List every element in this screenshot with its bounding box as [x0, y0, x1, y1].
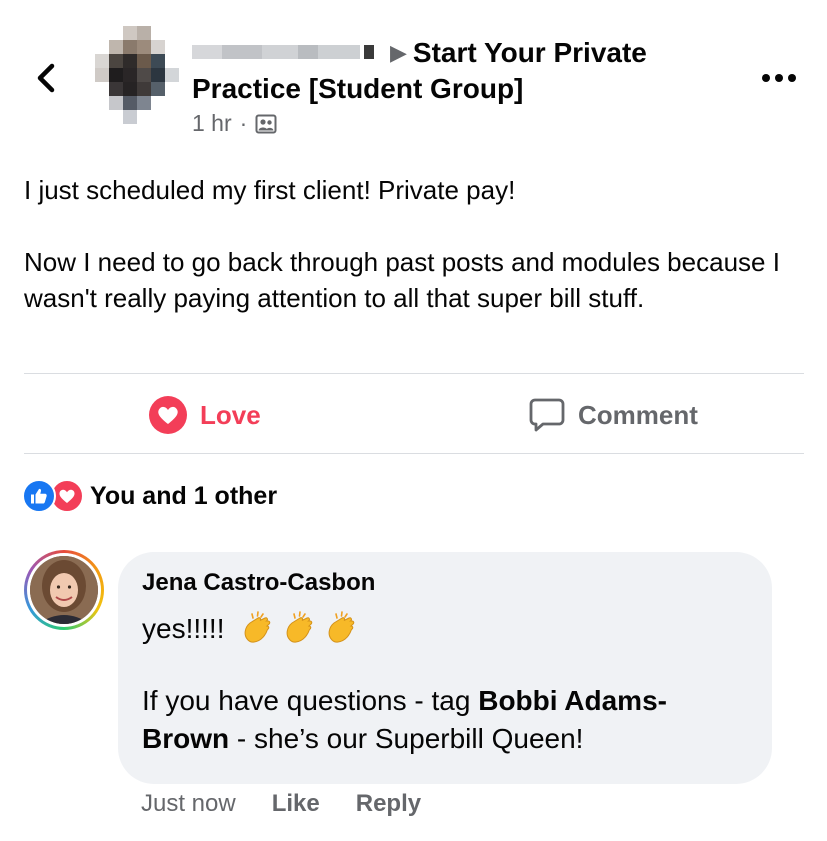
- redacted-author-name: [192, 41, 380, 63]
- comment-label: Comment: [578, 399, 698, 430]
- comment-button[interactable]: Comment: [528, 392, 698, 438]
- reaction-summary[interactable]: You and 1 other: [22, 478, 277, 514]
- commenter-name[interactable]: Jena Castro-Casbon: [142, 568, 748, 598]
- comment-line: yes!!!!!: [142, 610, 748, 648]
- comment-like-button[interactable]: Like: [272, 790, 320, 818]
- clapping-hands-emoji-icon: [329, 611, 355, 643]
- reaction-summary-text: You and 1 other: [90, 481, 278, 510]
- divider: [24, 453, 804, 454]
- post-text: I just scheduled my first client! Privat…: [24, 172, 804, 316]
- comment-bubble-icon: [529, 398, 565, 432]
- clapping-hands-emoji-icon: [245, 611, 271, 643]
- more-options-button[interactable]: [760, 68, 800, 88]
- group-name-link-line2[interactable]: Practice [Student Group]: [192, 72, 712, 106]
- commenter-avatar[interactable]: [24, 550, 104, 630]
- comment-reply-button[interactable]: Reply: [356, 790, 421, 818]
- divider: [24, 373, 804, 374]
- like-reaction-icon: [22, 479, 56, 513]
- comment-text: - she’s our Superbill Queen!: [229, 723, 584, 754]
- group-name-link[interactable]: Start Your Private: [413, 37, 647, 68]
- love-label: Love: [200, 399, 261, 430]
- comment-text: If you have questions - tag: [142, 685, 479, 716]
- heart-reaction-icon: [149, 396, 187, 434]
- comment-text: yes!!!!!: [142, 613, 225, 644]
- comment-meta: Just now Like Reply: [141, 790, 421, 818]
- post-title: ▶ Start Your Private Practice [Student Gr…: [192, 36, 712, 137]
- comment-time: Just now: [141, 790, 236, 817]
- post-time[interactable]: 1 hr: [192, 110, 232, 137]
- meta-separator: ·: [239, 110, 248, 136]
- triangle-right-icon: ▶: [390, 40, 407, 65]
- comment-bubble: Jena Castro-Casbon yes!!!!! If you have …: [118, 552, 772, 784]
- post-paragraph: I just scheduled my first client! Privat…: [24, 175, 516, 205]
- group-audience-icon: [255, 114, 277, 133]
- comment-line: If you have questions - tag Bobbi Adams-…: [142, 682, 748, 758]
- profile-photo: [30, 556, 98, 624]
- love-button[interactable]: Love: [148, 392, 261, 438]
- post-meta: 1 hr ·: [192, 110, 712, 137]
- post-paragraph: Now I need to go back through past posts…: [24, 247, 780, 313]
- clapping-hands-emoji-icon: [287, 611, 313, 643]
- poster-avatar[interactable]: [95, 26, 179, 124]
- post-header: ▶ Start Your Private Practice [Student Gr…: [0, 0, 827, 150]
- back-button[interactable]: [30, 58, 60, 98]
- chevron-left-icon: [37, 63, 55, 93]
